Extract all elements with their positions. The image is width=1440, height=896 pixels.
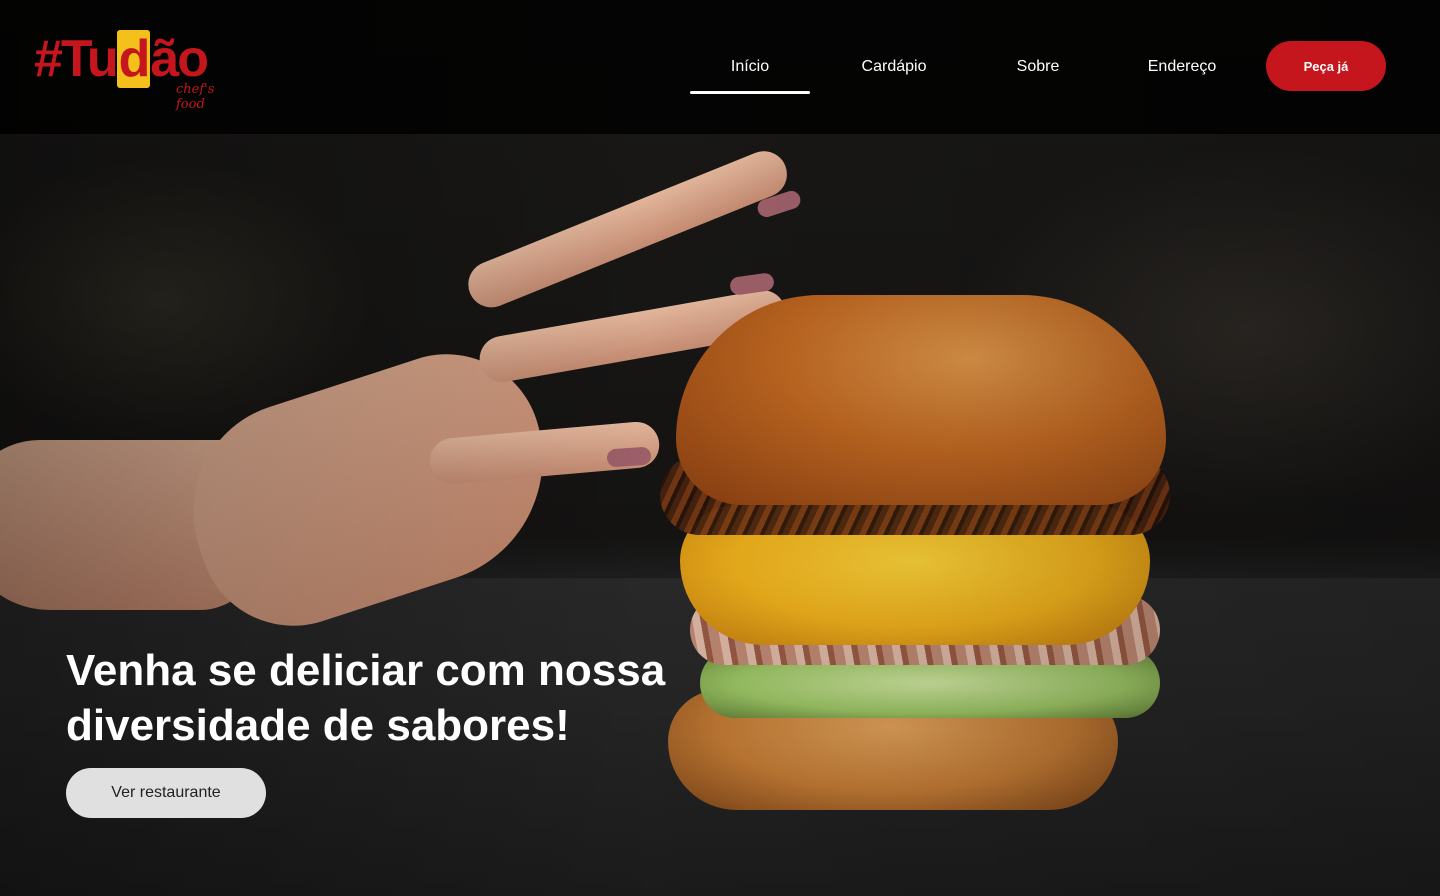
hero-background [0,0,1440,896]
brand-logo[interactable]: #Tudão chef's food [34,30,244,112]
main-nav: Início Cardápio Sobre Endereço [690,40,1266,94]
nav-item-endereco[interactable]: Endereço [1122,40,1242,94]
logo-part-highlight: d [116,30,151,88]
hero-headline: Venha se deliciar com nossa diversidade … [66,646,666,750]
logo-wordmark: #Tudão [34,30,209,88]
nav-item-inicio[interactable]: Início [690,40,810,94]
hero-overlay [0,0,1440,896]
site-header: #Tudão chef's food Início Cardápio Sobre… [0,0,1440,134]
nav-item-cardapio[interactable]: Cardápio [834,40,954,94]
view-restaurant-button[interactable]: Ver restaurante [66,768,266,818]
order-now-button[interactable]: Peça já [1266,41,1386,91]
logo-tagline: chef's food [176,82,215,112]
nav-item-sobre[interactable]: Sobre [978,40,1098,94]
logo-part-end: ão [150,30,209,88]
logo-part-main: #Tu [34,30,119,88]
